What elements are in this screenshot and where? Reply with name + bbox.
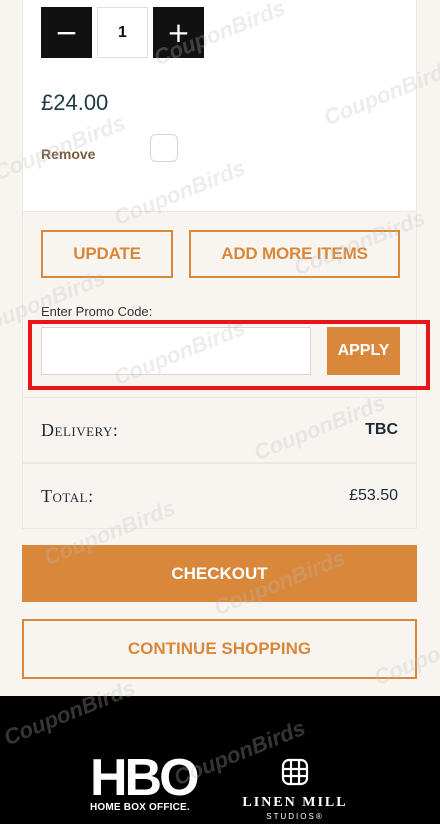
hbo-wordmark: HBO — [90, 749, 200, 807]
decrease-quantity-button[interactable]: − — [41, 7, 92, 58]
delivery-value: TBC — [365, 421, 398, 438]
item-price: £24.00 — [41, 90, 109, 115]
total-row: Total: £53.50 — [22, 463, 417, 529]
increase-quantity-button[interactable]: + — [153, 7, 204, 58]
hbo-logo[interactable]: HBO HOME BOX OFFICE. — [90, 749, 212, 813]
linen-mill-wordmark: LINEN MILL — [242, 795, 348, 810]
update-button[interactable]: UPDATE — [41, 230, 173, 278]
add-more-items-button[interactable]: ADD MORE ITEMS — [189, 230, 400, 278]
total-value: £53.50 — [349, 487, 398, 504]
delivery-label: Delivery: — [41, 419, 119, 440]
remove-checkbox[interactable] — [150, 134, 178, 162]
promo-code-label: Enter Promo Code: — [41, 304, 153, 319]
checkout-button[interactable]: CHECKOUT — [22, 545, 417, 602]
remove-label: Remove — [41, 146, 96, 162]
total-label: Total: — [41, 485, 94, 506]
promo-highlight-box — [28, 320, 430, 390]
linen-mill-logo[interactable]: LINEN MILL STUDIOS® — [240, 758, 350, 821]
footer: HBO HOME BOX OFFICE. LINEN MILL STUDIOS® — [0, 696, 440, 824]
delivery-row: Delivery: TBC — [22, 397, 417, 463]
continue-shopping-button[interactable]: CONTINUE SHOPPING — [22, 619, 417, 679]
cart-item-card: − 1 + £24.00 Remove — [22, 0, 417, 212]
linen-mill-subtitle: STUDIOS® — [266, 812, 324, 821]
quantity-value[interactable]: 1 — [97, 7, 148, 58]
linen-mill-emblem-icon — [281, 758, 309, 786]
